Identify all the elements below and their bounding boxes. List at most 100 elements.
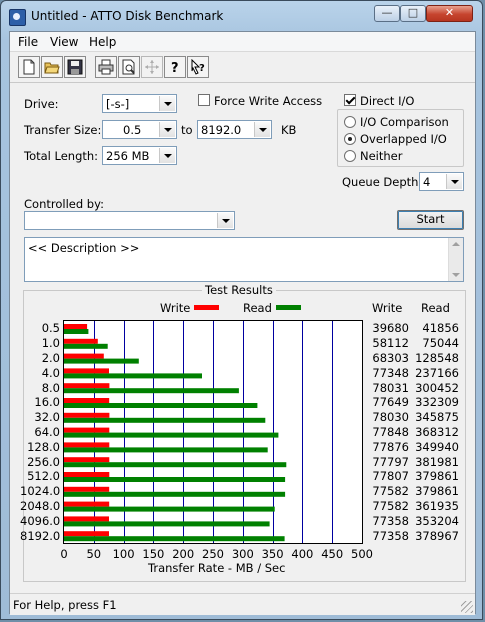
move-icon xyxy=(141,56,163,78)
overlapped-io-radio[interactable] xyxy=(344,133,356,145)
overlapped-io-label[interactable]: Overlapped I/O xyxy=(360,132,447,146)
read-bar xyxy=(64,432,279,438)
svg-text:?: ? xyxy=(199,63,205,74)
description-scrollbar[interactable] xyxy=(448,238,463,281)
write-bar xyxy=(64,442,110,448)
maximize-button[interactable]: □ xyxy=(400,5,426,22)
minimize-button[interactable]: — xyxy=(374,5,400,22)
menu-help[interactable]: Help xyxy=(89,35,116,49)
menu-view[interactable]: View xyxy=(50,35,78,49)
write-bar xyxy=(64,368,109,374)
x-tick-label: 500 xyxy=(351,547,373,561)
write-bar xyxy=(64,427,110,433)
print-icon[interactable] xyxy=(95,56,117,78)
read-value: 300452 xyxy=(415,380,459,395)
legend-write-label: Write xyxy=(160,301,191,315)
neither-radio[interactable] xyxy=(344,150,356,162)
chevron-down-icon[interactable] xyxy=(217,213,233,228)
write-value: 77348 xyxy=(372,365,409,380)
save-icon[interactable] xyxy=(64,56,86,78)
row-label: 1.0 xyxy=(41,336,60,351)
svg-text:?: ? xyxy=(171,61,179,75)
controlled-by-select[interactable] xyxy=(24,211,235,230)
write-bar xyxy=(64,338,98,344)
print-preview-icon[interactable] xyxy=(118,56,140,78)
row-label: 1024.0 xyxy=(20,484,61,499)
row-label: 256.0 xyxy=(27,454,60,469)
total-length-label: Total Length: xyxy=(24,149,99,163)
row-label: 2048.0 xyxy=(20,499,61,513)
read-value: 237166 xyxy=(415,365,459,380)
read-value: 349940 xyxy=(415,439,459,454)
resize-grip-icon[interactable] xyxy=(461,601,473,613)
read-value: 41856 xyxy=(422,321,459,336)
toolbar: ? ? xyxy=(10,52,475,83)
chevron-down-icon[interactable] xyxy=(254,122,270,137)
read-bar xyxy=(64,447,268,453)
status-bar: For Help, press F1 xyxy=(10,593,475,615)
transfer-to-label: to xyxy=(181,123,193,137)
scroll-up-icon[interactable] xyxy=(452,242,460,246)
row-label: 64.0 xyxy=(34,425,60,439)
write-bar xyxy=(64,398,110,403)
queue-depth-select[interactable]: 4 xyxy=(419,172,464,191)
read-bar xyxy=(64,417,266,423)
total-length-select[interactable]: 256 MB xyxy=(102,146,177,165)
legend-write-swatch xyxy=(194,305,219,310)
title-bar[interactable]: Untitled - ATTO Disk Benchmark — □ ✕ xyxy=(1,1,484,31)
read-value: 368312 xyxy=(415,425,459,439)
transfer-from-select[interactable]: 0.5 xyxy=(102,120,177,139)
app-icon xyxy=(9,9,26,26)
row-label: 512.0 xyxy=(27,469,60,484)
read-value: 361935 xyxy=(415,499,459,513)
write-bar xyxy=(64,353,104,359)
read-bar xyxy=(64,373,202,379)
context-help-icon[interactable]: ? xyxy=(187,56,209,78)
chevron-down-icon[interactable] xyxy=(446,174,462,189)
open-icon[interactable] xyxy=(41,56,63,78)
write-bar xyxy=(64,516,109,522)
chart-svg xyxy=(64,321,333,543)
row-label: 4.0 xyxy=(41,365,60,380)
col-header-read: Read xyxy=(421,301,450,315)
row-label: 16.0 xyxy=(34,395,60,410)
chevron-down-icon[interactable] xyxy=(159,122,175,137)
drive-select[interactable]: [-s-] xyxy=(102,94,177,113)
x-tick-label: 300 xyxy=(231,547,254,561)
x-tick-label: 100 xyxy=(112,547,135,561)
row-label: 128.0 xyxy=(27,439,60,454)
row-label: 8192.0 xyxy=(20,528,61,543)
description-box[interactable]: << Description >> xyxy=(24,237,464,282)
scroll-down-icon[interactable] xyxy=(452,273,460,277)
write-bar xyxy=(64,457,110,463)
menu-file[interactable]: File xyxy=(18,35,38,49)
read-value: 128548 xyxy=(415,351,459,365)
close-button[interactable]: ✕ xyxy=(426,5,473,22)
io-comparison-radio[interactable] xyxy=(344,116,356,128)
read-bar xyxy=(64,388,239,394)
read-bar xyxy=(64,536,285,542)
neither-label[interactable]: Neither xyxy=(360,149,402,163)
queue-depth-label: Queue Depth: xyxy=(342,175,423,189)
app-window: Untitled - ATTO Disk Benchmark — □ ✕ Fil… xyxy=(0,0,483,620)
read-bar xyxy=(64,462,287,468)
write-bar xyxy=(64,324,88,329)
write-value: 77582 xyxy=(372,484,409,499)
help-icon[interactable]: ? xyxy=(164,56,186,78)
write-value: 77649 xyxy=(372,395,409,410)
io-comparison-label[interactable]: I/O Comparison xyxy=(360,115,449,129)
chevron-down-icon[interactable] xyxy=(159,148,175,163)
read-value: 353204 xyxy=(415,513,459,528)
write-value: 78031 xyxy=(372,380,409,395)
start-button[interactable]: Start xyxy=(397,210,464,230)
chevron-down-icon[interactable] xyxy=(159,96,175,111)
write-value: 58112 xyxy=(372,336,409,351)
force-write-label[interactable]: Force Write Access xyxy=(214,94,322,108)
write-bar xyxy=(64,472,110,477)
direct-io-label[interactable]: Direct I/O xyxy=(360,94,414,108)
transfer-to-select[interactable]: 8192.0 xyxy=(197,120,272,139)
force-write-checkbox[interactable] xyxy=(198,94,210,106)
direct-io-checkbox[interactable] xyxy=(344,94,356,106)
write-bar xyxy=(64,531,109,537)
new-icon[interactable] xyxy=(18,56,40,78)
